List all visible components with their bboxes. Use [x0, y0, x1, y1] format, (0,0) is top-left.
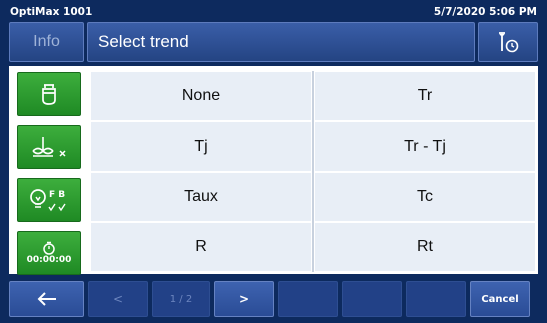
trend-grid: None Tr Tj Tr - Tj Taux Tc R Rt	[90, 71, 536, 272]
trend-option-none[interactable]: None	[90, 71, 312, 121]
next-label: >	[238, 292, 250, 306]
prev-page-button[interactable]: <	[88, 281, 148, 317]
trend-option-r[interactable]: R	[90, 222, 312, 272]
trend-option-tr[interactable]: Tr	[314, 71, 536, 121]
empty-slot-1	[278, 281, 338, 317]
empty-slot-2	[342, 281, 402, 317]
footer-toolbar: < 1 / 2 > Cancel	[9, 281, 538, 317]
stirrer-off-icon	[32, 137, 66, 157]
back-button[interactable]	[9, 281, 84, 317]
info-label: Info	[33, 33, 60, 50]
device-screen: OptiMax 1001 5/7/2020 5:06 PM Info Selec…	[0, 0, 547, 323]
info-button[interactable]: Info	[9, 22, 84, 62]
wrench-timer-icon	[499, 32, 519, 53]
trend-option-tr-tj[interactable]: Tr - Tj	[314, 121, 536, 172]
fb-label: F B	[49, 190, 65, 200]
timer-icon	[43, 241, 55, 255]
header: Info Select trend	[9, 22, 538, 62]
device-name: OptiMax 1001	[10, 6, 93, 18]
timer-value: 00:00:00	[26, 255, 72, 265]
page-indicator: 1 / 2	[152, 281, 210, 317]
content-panel: F B 00:00:00 None Tr Tj Tr - Tj Taux Tc …	[9, 66, 538, 275]
empty-slot-3	[406, 281, 466, 317]
timer-button[interactable]: 00:00:00	[17, 231, 81, 275]
status-bar: OptiMax 1001 5/7/2020 5:06 PM	[10, 4, 537, 20]
datetime: 5/7/2020 5:06 PM	[433, 6, 537, 18]
column-divider	[312, 71, 314, 272]
tools-button[interactable]	[478, 22, 538, 62]
trend-option-tj[interactable]: Tj	[90, 121, 312, 172]
page-label: 1 / 2	[169, 293, 193, 305]
arrow-left-icon	[37, 292, 56, 306]
page-title: Select trend	[98, 32, 189, 51]
feedback-button[interactable]: F B	[17, 178, 81, 222]
bulb-fb-icon: F B	[30, 189, 66, 212]
page-title-box: Select trend	[87, 22, 475, 62]
trend-option-rt[interactable]: Rt	[314, 222, 536, 272]
cancel-button[interactable]: Cancel	[470, 281, 530, 317]
prev-label: <	[112, 292, 124, 306]
reactor-button[interactable]	[17, 72, 81, 116]
reactor-vessel-icon	[42, 84, 56, 105]
cancel-label: Cancel	[481, 293, 519, 305]
next-page-button[interactable]: >	[214, 281, 274, 317]
trend-option-taux[interactable]: Taux	[90, 172, 312, 222]
trend-option-tc[interactable]: Tc	[314, 172, 536, 222]
stirrer-button[interactable]	[17, 125, 81, 169]
